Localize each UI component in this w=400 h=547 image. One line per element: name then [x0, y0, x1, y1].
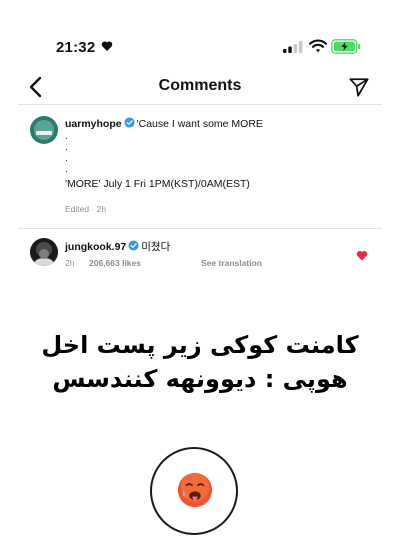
dot-line: .	[65, 142, 68, 153]
comment-time: 2h	[65, 258, 75, 268]
divider	[18, 228, 382, 229]
see-translation-link[interactable]: See translation	[201, 258, 262, 268]
like-heart-icon[interactable]	[356, 250, 368, 261]
verified-icon	[128, 240, 139, 251]
avatar[interactable]	[30, 116, 58, 144]
heart-icon	[101, 41, 113, 51]
signal-icon	[283, 41, 303, 53]
battery-icon	[331, 39, 361, 54]
page-title: Comments	[158, 77, 242, 94]
dot-line: .	[65, 164, 68, 175]
hot-face-emoji	[177, 472, 213, 508]
comment-text: 'Cause I want some MORE	[136, 118, 263, 130]
divider	[18, 104, 382, 105]
comment-username[interactable]: jungkook.97	[65, 241, 126, 253]
verified-icon	[124, 117, 135, 128]
reply-comment: jungkook.97 미쳤다	[65, 239, 170, 254]
dot-line: .	[65, 131, 68, 142]
avatar[interactable]	[30, 238, 58, 266]
dot-line: .	[65, 153, 68, 164]
caption-line: هوپی : دیوونهه کنندسس	[52, 365, 348, 393]
send-icon[interactable]	[348, 76, 370, 98]
comment-meta: Edited · 2h	[65, 204, 107, 214]
wifi-icon	[309, 39, 327, 53]
likes-count[interactable]: 206,663 likes	[89, 258, 141, 268]
comments-header: Comments	[0, 72, 400, 108]
caption-comment: uarmyhope 'Cause I want some MORE . . . .…	[65, 117, 385, 191]
caption-line: کامنت کوکی زیر پست اخل	[41, 331, 359, 359]
status-bar: 21:32	[0, 0, 400, 70]
overlay-caption: کامنت کوکی زیر پست اخل هوپی : دیوونهه کن…	[0, 328, 400, 396]
comment-text-line: 'MORE' July 1 Fri 1PM(KST)/0AM(EST)	[65, 178, 250, 190]
comment-username[interactable]: uarmyhope	[65, 118, 122, 130]
status-time: 21:32	[56, 39, 96, 56]
comment-text: 미쳤다	[141, 241, 171, 253]
